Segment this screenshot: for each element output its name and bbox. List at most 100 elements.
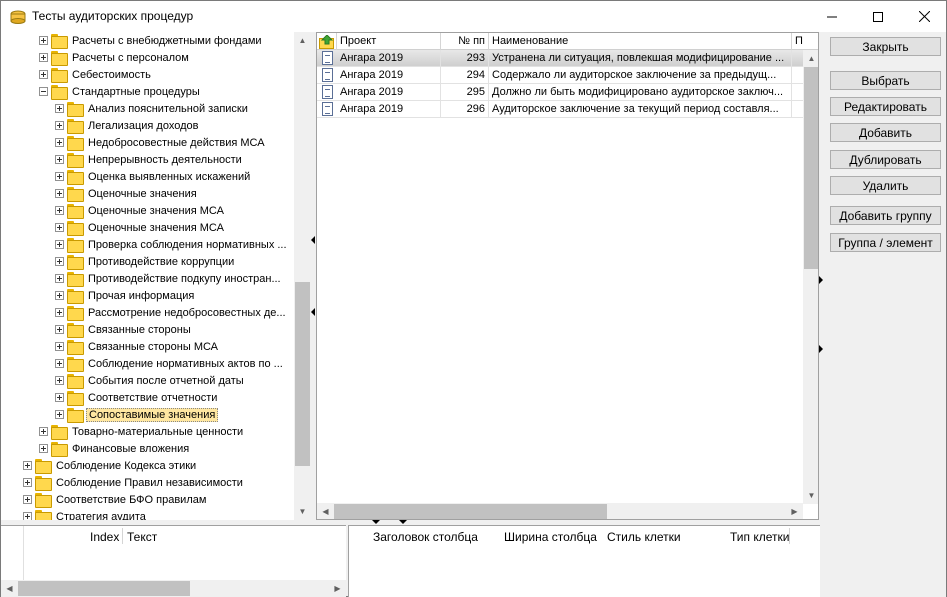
tests-grid[interactable]: Проект № пп Наименование П Ангара 2019 2… — [316, 32, 819, 520]
tree-item[interactable]: Расчеты с персоналом — [39, 49, 191, 66]
tree-item[interactable]: Оценочные значения МСА — [55, 202, 226, 219]
table-row[interactable]: Ангара 2019 293 Устранена ли ситуация, п… — [317, 50, 803, 67]
expand-icon[interactable] — [55, 206, 64, 215]
tree-item[interactable]: Соблюдение Правил независимости — [23, 474, 245, 491]
tree-item[interactable]: Финансовые вложения — [39, 440, 191, 457]
column-settings-panel[interactable]: Заголовок столбца Ширина столбца Стиль к… — [348, 525, 820, 597]
tree-item[interactable]: Сопоставимые значения — [55, 406, 219, 423]
expand-icon[interactable] — [55, 325, 64, 334]
column-header-cell-style[interactable]: Стиль клетки — [607, 530, 681, 544]
edit-button[interactable]: Редактировать — [830, 97, 941, 116]
column-header-extra[interactable]: П — [792, 33, 818, 50]
scroll-up-icon[interactable]: ▲ — [294, 32, 311, 49]
group-element-button[interactable]: Группа / элемент — [830, 233, 941, 252]
tree-item[interactable]: Анализ пояснительной записки — [55, 100, 250, 117]
scroll-left-icon[interactable]: ◀ — [317, 503, 334, 519]
select-button[interactable]: Выбрать — [830, 71, 941, 90]
minimize-button[interactable] — [809, 1, 855, 32]
tree-item[interactable]: Недобросовестные действия МСА — [55, 134, 267, 151]
expand-icon[interactable] — [55, 223, 64, 232]
grid-hscroll-thumb[interactable] — [334, 504, 607, 519]
scroll-right-icon[interactable]: ▶ — [329, 580, 346, 597]
tree-scroll-thumb[interactable] — [295, 282, 310, 466]
column-header-text[interactable]: Текст — [127, 530, 157, 544]
expand-icon[interactable] — [39, 427, 48, 436]
grid-horizontal-scrollbar[interactable]: ◀ ▶ — [317, 503, 803, 519]
tree-item[interactable]: Противодействие подкупу иностран... — [55, 270, 283, 287]
tree-item[interactable]: Соответствие отчетности — [55, 389, 219, 406]
expand-icon[interactable] — [39, 70, 48, 79]
column-header-index[interactable]: Index — [90, 530, 119, 544]
scroll-right-icon[interactable]: ▶ — [786, 503, 803, 519]
expand-icon[interactable] — [55, 393, 64, 402]
scroll-up-icon[interactable]: ▲ — [803, 50, 818, 67]
tree-item[interactable]: Связанные стороны МСА — [55, 338, 220, 355]
tree-item[interactable]: Связанные стороны — [55, 321, 193, 338]
expand-icon[interactable] — [39, 36, 48, 45]
expand-icon[interactable] — [55, 121, 64, 130]
column-header-caption[interactable]: Заголовок столбца — [373, 530, 478, 544]
expand-icon[interactable] — [55, 291, 64, 300]
grid-scrollbar[interactable]: ▲ ▼ — [803, 50, 818, 504]
tree-item[interactable]: События после отчетной даты — [55, 372, 246, 389]
tree-item[interactable]: Прочая информация — [55, 287, 196, 304]
expand-icon[interactable] — [55, 376, 64, 385]
text-list-panel[interactable]: Index Текст ◀ ▶ — [1, 525, 346, 597]
tree-item[interactable]: Расчеты с внебюджетными фондами — [39, 32, 264, 49]
add-group-button[interactable]: Добавить группу — [830, 206, 941, 225]
tree-item[interactable]: Соблюдение Кодекса этики — [23, 457, 198, 474]
column-header-icon[interactable] — [317, 33, 337, 50]
expand-icon[interactable] — [55, 410, 64, 419]
column-header-project[interactable]: Проект — [337, 33, 441, 50]
expand-icon[interactable] — [55, 189, 64, 198]
tree-item[interactable]: Легализация доходов — [55, 117, 200, 134]
expand-icon[interactable] — [23, 512, 32, 520]
tree-item[interactable]: Проверка соблюдения нормативных ... — [55, 236, 289, 253]
table-row[interactable]: Ангара 2019 296 Аудиторское заключение з… — [317, 101, 803, 118]
column-header-width[interactable]: Ширина столбца — [504, 530, 597, 544]
group-tree[interactable]: Расчеты с внебюджетными фондами Расчеты с… — [1, 32, 311, 520]
tree-item[interactable]: Оценочные значения МСА — [55, 219, 226, 236]
delete-button[interactable]: Удалить — [830, 176, 941, 195]
add-button[interactable]: Добавить — [830, 123, 941, 142]
expand-icon[interactable] — [55, 274, 64, 283]
maximize-button[interactable] — [855, 1, 901, 32]
grid-scroll-thumb[interactable] — [804, 67, 818, 269]
tree-item[interactable]: Непрерывность деятельности — [55, 151, 244, 168]
tree-item[interactable]: Оценочные значения — [55, 185, 199, 202]
scroll-down-icon[interactable]: ▼ — [294, 503, 311, 520]
expand-icon[interactable] — [23, 461, 32, 470]
expand-icon[interactable] — [55, 359, 64, 368]
expand-icon[interactable] — [55, 172, 64, 181]
tree-item[interactable]: Товарно-материальные ценности — [39, 423, 245, 440]
table-row[interactable]: Ангара 2019 295 Должно ли быть модифицир… — [317, 84, 803, 101]
column-header-number[interactable]: № пп — [441, 33, 489, 50]
expand-icon[interactable] — [23, 478, 32, 487]
tree-item[interactable]: Рассмотрение недобросовестных де... — [55, 304, 288, 321]
expand-icon[interactable] — [23, 495, 32, 504]
expand-icon[interactable] — [55, 155, 64, 164]
close-button[interactable]: Закрыть — [830, 37, 941, 56]
expand-icon[interactable] — [55, 342, 64, 351]
expand-icon[interactable] — [55, 257, 64, 266]
column-header-name[interactable]: Наименование — [489, 33, 792, 50]
tree-item[interactable]: Стратегия аудита — [23, 508, 148, 520]
tree-item[interactable]: Противодействие коррупции — [55, 253, 236, 270]
bottom-left-hscrollbar[interactable]: ◀ ▶ — [1, 580, 346, 597]
expand-icon[interactable] — [39, 444, 48, 453]
scroll-left-icon[interactable]: ◀ — [1, 580, 18, 597]
tree-item[interactable]: Стандартные процедуры — [39, 83, 202, 100]
close-window-button[interactable] — [901, 1, 947, 32]
collapse-icon[interactable] — [39, 87, 48, 96]
tree-scrollbar[interactable]: ▲ ▼ — [294, 32, 311, 520]
expand-icon[interactable] — [55, 104, 64, 113]
expand-icon[interactable] — [39, 53, 48, 62]
bottom-left-hscroll-thumb[interactable] — [18, 581, 190, 596]
expand-icon[interactable] — [55, 308, 64, 317]
tree-item[interactable]: Оценка выявленных искажений — [55, 168, 252, 185]
expand-icon[interactable] — [55, 138, 64, 147]
scroll-down-icon[interactable]: ▼ — [803, 487, 818, 504]
column-header-cell-type[interactable]: Тип клетки — [730, 530, 789, 544]
tree-item[interactable]: Себестоимость — [39, 66, 153, 83]
table-row[interactable]: Ангара 2019 294 Содержало ли аудиторское… — [317, 67, 803, 84]
